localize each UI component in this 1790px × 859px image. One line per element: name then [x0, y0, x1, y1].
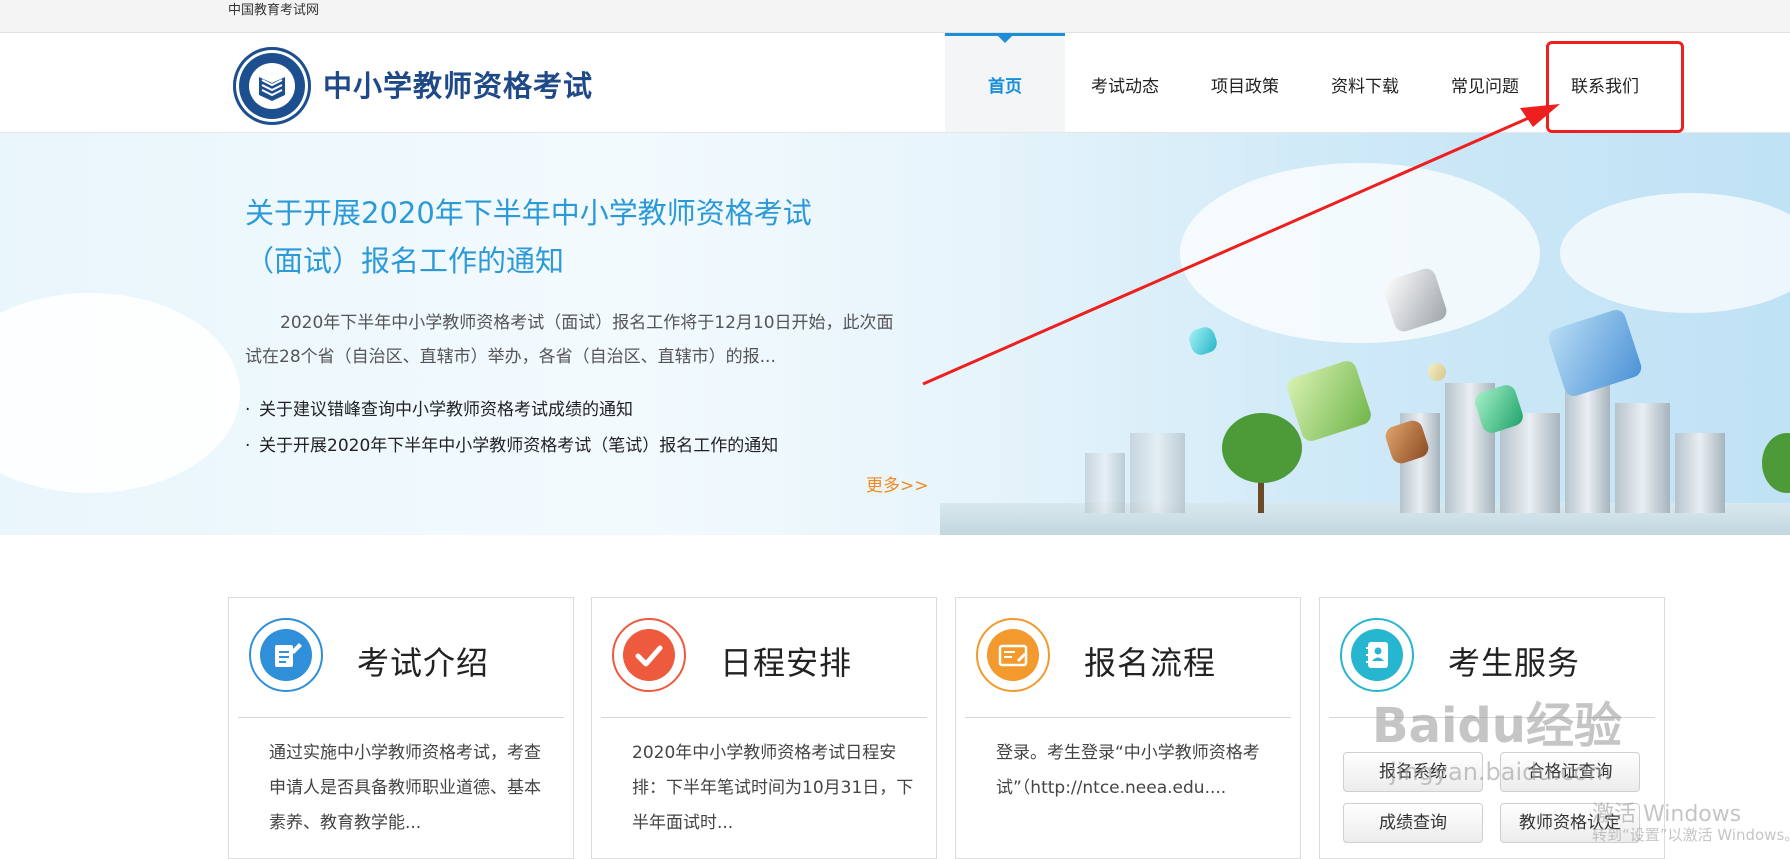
news-item[interactable]: · 关于开展2020年下半年中小学教师资格考试（笔试）报名工作的通知	[245, 428, 925, 464]
building	[1675, 433, 1725, 513]
id-card-icon	[998, 644, 1028, 667]
tree-icon	[1222, 413, 1302, 483]
building	[1130, 433, 1185, 513]
building	[1085, 453, 1125, 513]
card-icon-ring	[976, 618, 1050, 692]
feature-cards: 考试介绍 通过实施中小学教师资格考试，考查申请人是否具备教师职业道德、基本素养、…	[0, 535, 1790, 859]
cloud-decoration	[1180, 163, 1540, 343]
card-title: 考试介绍	[357, 644, 490, 682]
teacher-certification-button[interactable]: 教师资格认定	[1500, 803, 1640, 843]
hero-banner: 关于开展2020年下半年中小学教师资格考试 （面试）报名工作的通知 2020年下…	[0, 133, 1790, 535]
nav-exam-news[interactable]: 考试动态	[1065, 33, 1185, 132]
card-icon-ring	[249, 618, 323, 692]
card-candidate-services: 考生服务 报名系统 合格证查询 成绩查询 教师资格认定	[1319, 597, 1665, 859]
news-title: 关于开展2020年下半年中小学教师资格考试（笔试）报名工作的通知	[259, 436, 779, 456]
card-description: 通过实施中小学教师资格考试，考查申请人是否具备教师职业道德、基本素养、教育教学能…	[269, 743, 541, 833]
bullet: ·	[245, 436, 251, 456]
nav-label: 考试动态	[1091, 77, 1159, 97]
logo-seal-icon[interactable]	[233, 47, 311, 125]
nav-label: 资料下载	[1331, 77, 1399, 97]
bullet: ·	[245, 400, 251, 420]
divider	[238, 717, 564, 718]
card-exam-intro[interactable]: 考试介绍 通过实施中小学教师资格考试，考查申请人是否具备教师职业道德、基本素养、…	[228, 597, 574, 859]
cyan-cube-icon	[1186, 324, 1220, 358]
score-query-button[interactable]: 成绩查询	[1343, 803, 1483, 843]
card-icon-ring	[1340, 618, 1414, 692]
cloud-decoration	[1560, 193, 1790, 313]
more-link[interactable]: 更多>>	[866, 471, 929, 496]
cloud-decoration	[0, 293, 240, 493]
tree-icon	[1762, 433, 1790, 493]
card-icon-ring	[612, 618, 686, 692]
active-caret-icon	[998, 36, 1012, 43]
divider	[1329, 717, 1655, 718]
site-name-link[interactable]: 中国教育考试网	[228, 2, 319, 20]
building	[1500, 413, 1560, 513]
news-list: · 关于建议错峰查询中小学教师资格考试成绩的通知 · 关于开展2020年下半年中小学…	[245, 392, 925, 464]
green-cube-icon	[1284, 358, 1374, 444]
card-title: 报名流程	[1084, 644, 1217, 682]
card-title: 考生服务	[1448, 644, 1581, 682]
small-cube-icon	[1425, 360, 1449, 384]
headline-link[interactable]: 关于开展2020年下半年中小学教师资格考试 （面试）报名工作的通知	[245, 189, 945, 285]
card-schedule[interactable]: 日程安排 2020年中小学教师资格考试日程安排：下半年笔试时间为10月31日，下…	[591, 597, 937, 859]
news-title: 关于建议错峰查询中小学教师资格考试成绩的通知	[259, 400, 633, 420]
card-title: 日程安排	[720, 644, 853, 682]
registration-system-button[interactable]: 报名系统	[1343, 752, 1483, 792]
card-description: 2020年中小学教师资格考试日程安排：下半年笔试时间为10月31日，下半年面试时…	[632, 743, 914, 833]
nav-home[interactable]: 首页	[945, 33, 1065, 132]
nav-downloads[interactable]: 资料下载	[1305, 33, 1425, 132]
card-description: 登录。考生登录“中小学教师资格考试”（http://ntce.neea.edu.…	[996, 743, 1260, 798]
headline-line: 关于开展2020年下半年中小学教师资格考试	[245, 196, 812, 230]
card-registration-process[interactable]: 报名流程 登录。考生登录“中小学教师资格考试”（http://ntce.neea…	[955, 597, 1301, 859]
site-header: 中小学教师资格考试 首页 考试动态 项目政策 资料下载 常见问题 联系我们	[0, 33, 1790, 133]
certificate-query-button[interactable]: 合格证查询	[1500, 752, 1640, 792]
annotation-highlight-box	[1546, 41, 1684, 133]
contact-book-icon	[1366, 642, 1388, 668]
divider	[965, 717, 1291, 718]
music-cube-icon	[1546, 307, 1644, 399]
nav-label: 常见问题	[1451, 77, 1519, 97]
nav-project-policy[interactable]: 项目政策	[1185, 33, 1305, 132]
building	[1615, 403, 1670, 513]
divider	[601, 717, 927, 718]
top-strip: 中国教育考试网	[0, 0, 1790, 33]
nav-label: 项目政策	[1211, 77, 1279, 97]
logo-title[interactable]: 中小学教师资格考试	[323, 63, 593, 105]
nav-faq[interactable]: 常见问题	[1425, 33, 1545, 132]
news-item[interactable]: · 关于建议错峰查询中小学教师资格考试成绩的通知	[245, 392, 925, 428]
nav-label: 首页	[988, 77, 1022, 97]
document-edit-icon	[275, 643, 302, 667]
headline-line: （面试）报名工作的通知	[245, 244, 565, 278]
checkmark-icon	[635, 645, 663, 667]
headline-summary: 2020年下半年中小学教师资格考试（面试）报名工作将于12月10日开始，此次面试…	[245, 313, 894, 367]
